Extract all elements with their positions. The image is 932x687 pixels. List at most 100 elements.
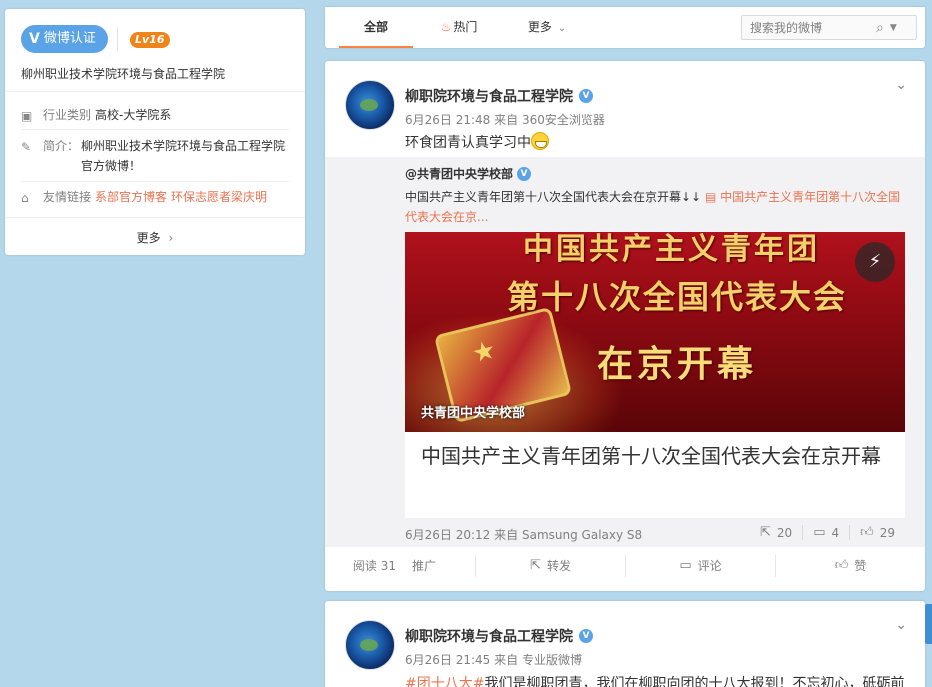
- image-line-2: 第十八次全国代表大会: [507, 278, 848, 316]
- chevron-down-icon: ⌄: [557, 23, 567, 34]
- verified-icon: V: [517, 166, 532, 181]
- links-label: 友情链接: [43, 190, 92, 204]
- feed-post: 柳职院环境与食品工程学院 V ⌄ 6月26日 21:48 来自 360安全浏览器…: [325, 61, 925, 591]
- post-author[interactable]: 柳职院环境与食品工程学院 V: [405, 626, 593, 646]
- tab-hot[interactable]: ♨ 热门: [429, 7, 489, 48]
- repost-box: @共青团中央学校部 V 中国共产主义青年团第十八次全国代表大会在京开幕↓↓ ▤ …: [325, 157, 925, 547]
- scrollbar-thumb[interactable]: [925, 604, 932, 644]
- links-row: ⌂ 友情链接 系部官方博客 环保志愿者梁庆明: [21, 187, 291, 208]
- avatar[interactable]: [345, 80, 395, 130]
- read-count: 阅读 31: [352, 559, 396, 573]
- repost-like[interactable]: 👍︎ 29: [849, 525, 905, 540]
- like-label: 赞: [854, 559, 867, 573]
- repost-comment-count: 4: [831, 525, 840, 540]
- search-icon[interactable]: ⌕: [876, 20, 884, 36]
- more-label: 更多: [136, 231, 161, 245]
- industry-label: 行业类别: [43, 108, 92, 122]
- repost-like-count: 29: [879, 525, 895, 540]
- dropdown-arrow-icon[interactable]: ▼: [890, 23, 897, 33]
- repost-author-name[interactable]: @共青团中央学校部: [405, 165, 513, 182]
- chevron-right-icon: ›: [168, 231, 174, 245]
- share-icon: ⇱: [530, 558, 541, 573]
- from-prefix: 来自: [494, 653, 519, 667]
- tab-hot-label: 热门: [453, 20, 478, 34]
- repost-comment[interactable]: ▭ 4: [802, 525, 849, 540]
- feed-tabs: 全部 ♨热门 更多 ⌄ ⌕ ▼: [325, 7, 925, 48]
- tag-icon: ⌂: [21, 191, 29, 205]
- article-title[interactable]: 中国共产主义青年团第十八次全国代表大会在京开幕: [421, 440, 891, 472]
- link-volunteer[interactable]: 环保志愿者梁庆明: [171, 187, 267, 208]
- level-badge[interactable]: Lv16: [130, 32, 170, 48]
- forward-label: 转发: [546, 559, 571, 573]
- fire-icon: ♨: [440, 20, 452, 34]
- thumbs-up-icon: 👍︎: [834, 558, 849, 573]
- repost-meta: 6月26日 20:12 来自 Samsung Galaxy S8: [405, 526, 642, 543]
- tab-more-label: 更多: [527, 20, 552, 34]
- repost-text: 中国共产主义青年团第十八次全国代表大会在京开幕↓↓ ▤ 中国共产主义青年团第十八…: [405, 187, 905, 227]
- post-actions: 阅读 31 推广 ⇱ 转发 ▭ 评论 👍︎ 赞: [325, 555, 925, 585]
- image-line-3: 在京开幕: [597, 343, 758, 385]
- repost-body: 中国共产主义青年团第十八次全国代表大会在京开幕↓↓: [405, 190, 702, 204]
- from-prefix: 来自: [494, 528, 519, 542]
- from-prefix: 来自: [494, 113, 519, 127]
- intro-label: 简介：: [43, 139, 80, 153]
- comment-button[interactable]: ▭ 评论: [625, 555, 775, 577]
- verification-label: 微博认证: [43, 31, 96, 46]
- grin-emoji-icon: [531, 132, 549, 150]
- comment-icon: ▭: [679, 558, 692, 573]
- feed-post: 柳职院环境与食品工程学院 V ⌄ 6月26日 21:45 来自 专业版微博 #团…: [325, 601, 925, 687]
- article-link-icon[interactable]: ▤: [705, 190, 716, 204]
- repost-author[interactable]: @共青团中央学校部 V: [405, 165, 532, 182]
- post-menu-icon[interactable]: ⌄: [895, 77, 907, 93]
- post-source[interactable]: 360安全浏览器: [522, 113, 605, 127]
- verified-icon: V: [579, 89, 593, 103]
- article-card[interactable]: 中国共产主义青年团 第十八次全国代表大会 在京开幕 共青团中央学校部 ⚡ 中国共…: [405, 232, 905, 518]
- avatar[interactable]: [345, 620, 395, 670]
- author-name[interactable]: 柳职院环境与食品工程学院: [405, 86, 573, 106]
- post-author[interactable]: 柳职院环境与食品工程学院 V: [405, 86, 593, 106]
- search-input[interactable]: [742, 20, 872, 35]
- author-name[interactable]: 柳职院环境与食品工程学院: [405, 626, 573, 646]
- edit-icon: ✎: [21, 140, 32, 154]
- more-button[interactable]: 更多 ›: [5, 229, 305, 246]
- post-time[interactable]: 6月26日 21:45: [405, 653, 490, 667]
- share-icon: ⇱: [760, 525, 771, 540]
- intro-value: 柳州职业技术学院环境与食品工程学院官方微博！: [81, 139, 286, 173]
- forward-button[interactable]: ⇱ 转发: [475, 555, 625, 577]
- verified-icon: V: [579, 629, 593, 643]
- verification-badge[interactable]: V 微博认证: [21, 25, 108, 53]
- intro-row: ✎ 简介： 柳州职业技术学院环境与食品工程学院官方微博！: [21, 136, 291, 176]
- post-text: 环食团青认真学习中: [405, 132, 549, 152]
- article-image[interactable]: 中国共产主义青年团 第十八次全国代表大会 在京开幕 共青团中央学校部 ⚡: [405, 232, 905, 432]
- repost-forward[interactable]: ⇱ 20: [750, 525, 802, 540]
- post-time[interactable]: 6月26日 21:48: [405, 113, 490, 127]
- divider: [5, 217, 305, 218]
- image-line-1: 中国共产主义青年团: [523, 232, 820, 267]
- comment-label: 评论: [697, 559, 722, 573]
- repost-time[interactable]: 6月26日 20:12: [405, 528, 490, 542]
- tab-more[interactable]: 更多 ⌄: [517, 7, 577, 48]
- industry-value: 高校-大学院系: [95, 108, 172, 122]
- post-meta: 6月26日 21:45 来自 专业版微博: [405, 651, 582, 668]
- thumbs-up-icon: 👍︎: [860, 525, 874, 540]
- image-caption: 共青团中央学校部: [421, 406, 526, 421]
- briefcase-icon: ▣: [21, 109, 33, 123]
- hashtag-link[interactable]: #团十八大#: [405, 676, 484, 687]
- post-menu-icon[interactable]: ⌄: [895, 617, 907, 633]
- repost-source[interactable]: Samsung Galaxy S8: [522, 528, 642, 542]
- post-body: 我们是柳职团青，我们在柳职向团的十八大报到！不忘初心，砥砺前: [484, 676, 905, 687]
- repost-stats: ⇱ 20 ▭ 4 👍︎ 29: [750, 525, 905, 540]
- link-dept-blog[interactable]: 系部官方博客: [95, 187, 167, 208]
- divider: [21, 181, 289, 182]
- divider: [117, 27, 118, 51]
- divider: [5, 91, 305, 92]
- lightning-icon[interactable]: ⚡: [855, 242, 895, 282]
- post-text: #团十八大#我们是柳职团青，我们在柳职向团的十八大报到！不忘初心，砥砺前: [405, 673, 904, 687]
- profile-name: 柳州职业技术学院环境与食品工程学院: [21, 67, 226, 81]
- post-meta: 6月26日 21:48 来自 360安全浏览器: [405, 111, 605, 128]
- verified-icon: V: [29, 31, 40, 47]
- tab-all[interactable]: 全部: [339, 7, 413, 48]
- promote-button[interactable]: 推广: [400, 555, 475, 577]
- like-button[interactable]: 👍︎ 赞: [775, 555, 925, 577]
- post-source[interactable]: 专业版微博: [522, 653, 582, 667]
